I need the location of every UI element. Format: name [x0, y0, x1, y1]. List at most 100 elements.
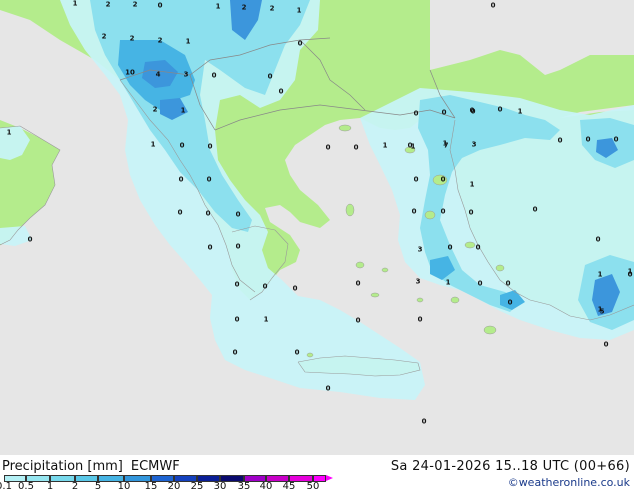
value-label: 0	[407, 141, 413, 150]
value-label: 0	[235, 242, 241, 251]
value-label: 0	[178, 175, 184, 184]
value-label: 0	[421, 417, 427, 426]
value-label: 0	[585, 135, 591, 144]
value-label: 0	[262, 282, 268, 291]
value-label: 1	[215, 2, 221, 11]
colorbar-tick-label: 50	[306, 481, 320, 492]
value-label: 4	[155, 70, 161, 79]
value-label: 0	[325, 143, 331, 152]
value-label: 1	[185, 37, 191, 46]
value-label: 3	[417, 245, 423, 254]
value-label: 0	[505, 279, 511, 288]
value-label: 0	[557, 136, 563, 145]
value-label: 0	[355, 279, 361, 288]
value-label: 0	[603, 340, 609, 349]
legend-footer: Precipitation [mm] ECMWF Sa 24-01-2026 15…	[0, 455, 634, 492]
value-label: 0	[413, 175, 419, 184]
value-label: 2	[101, 32, 107, 41]
value-label: 1	[296, 6, 302, 15]
value-label: 0	[413, 109, 419, 118]
colorbar-tick-label: 15	[144, 481, 158, 492]
value-label: 0	[207, 243, 213, 252]
value-label: 0	[235, 210, 241, 219]
value-label: 0	[234, 315, 240, 324]
colorbar-tick-label: 40	[259, 481, 273, 492]
value-label: 0	[507, 298, 513, 307]
value-label: 0	[232, 348, 238, 357]
value-label: 0	[207, 142, 213, 151]
value-label: 0	[447, 243, 453, 252]
value-label: 1	[180, 106, 186, 115]
value-label: 10	[125, 68, 135, 77]
value-label: 0	[157, 1, 163, 10]
value-label: 0	[477, 279, 483, 288]
colorbar-tick-label: 20	[167, 481, 181, 492]
value-label: 0	[440, 175, 446, 184]
valid-time: Sa 24-01-2026 15..18 UTC (00+66)	[390, 459, 630, 474]
value-label: 0	[234, 280, 240, 289]
value-label: 1	[627, 267, 633, 276]
colorbar-tick-label: 10	[117, 481, 131, 492]
value-label: 0	[353, 143, 359, 152]
model-label: ECMWF	[130, 459, 180, 474]
value-label: 2	[269, 4, 275, 13]
value-label: 1	[445, 278, 451, 287]
map-title: Precipitation [mm] ECMWF	[2, 459, 180, 474]
value-label: 0	[325, 384, 331, 393]
value-label: 2	[241, 3, 247, 12]
colorbar-tick-label: 35	[237, 481, 251, 492]
value-label: 0	[27, 235, 33, 244]
value-label: 0	[355, 316, 361, 325]
value-label: 1	[597, 270, 603, 279]
value-label: 0	[595, 235, 601, 244]
value-label: 0	[441, 108, 447, 117]
value-label: 0	[417, 315, 423, 324]
value-label: 3	[471, 140, 477, 149]
value-label: 2	[157, 36, 163, 45]
value-label: 0	[468, 208, 474, 217]
value-label: 2	[105, 0, 111, 9]
value-label: 2	[152, 105, 158, 114]
precipitation-map: 1 2 2 0 1 2 2 1 0 2 2 2 1 0 10 4 3 0 0 0 1 2 1 1 0 0 0 0 1 1 1 0 0 1 0 0 0 0 0…	[0, 0, 634, 455]
colorbar-tick-label: 2	[71, 481, 79, 492]
value-label: 0	[278, 87, 284, 96]
value-label: 0	[267, 72, 273, 81]
value-label: 1	[469, 180, 475, 189]
value-label: 0	[211, 71, 217, 80]
value-label: 0	[297, 39, 303, 48]
colorbar-arrow	[326, 475, 333, 481]
value-label: 1	[263, 315, 269, 324]
colorbar-tick-label: 0.5	[18, 481, 34, 492]
value-label: 0	[497, 105, 503, 114]
value-label: 5	[599, 307, 605, 316]
colorbar-tick-label: 45	[282, 481, 296, 492]
value-label: 0	[469, 106, 475, 115]
value-label: 0	[532, 205, 538, 214]
value-label: 1	[72, 0, 78, 8]
value-label: 0	[294, 348, 300, 357]
map-graphic	[0, 0, 634, 455]
value-label: 0	[292, 284, 298, 293]
value-label: 1	[517, 107, 523, 116]
value-label: 3	[415, 277, 421, 286]
colorbar-tick-label: 5	[94, 481, 102, 492]
value-label: 2	[129, 34, 135, 43]
value-label: 0	[440, 207, 446, 216]
value-label: 0	[411, 207, 417, 216]
value-label: 1	[150, 140, 156, 149]
colorbar-tick-label: 0.1	[0, 481, 12, 492]
value-label: 3	[183, 70, 189, 79]
colorbar-tick-label: 25	[190, 481, 204, 492]
value-label: 1	[382, 141, 388, 150]
value-label: 1	[6, 128, 12, 137]
value-label: 0	[179, 141, 185, 150]
credit-link[interactable]: ©weatheronline.co.uk	[508, 476, 630, 489]
value-label: 0	[205, 209, 211, 218]
value-label: 2	[132, 0, 138, 9]
value-label: 0	[613, 135, 619, 144]
value-label: 0	[475, 243, 481, 252]
value-label: 0	[206, 175, 212, 184]
colorbar-tick-label: 1	[46, 481, 54, 492]
variable-label: Precipitation [mm]	[2, 459, 123, 474]
value-label: 0	[490, 1, 496, 10]
